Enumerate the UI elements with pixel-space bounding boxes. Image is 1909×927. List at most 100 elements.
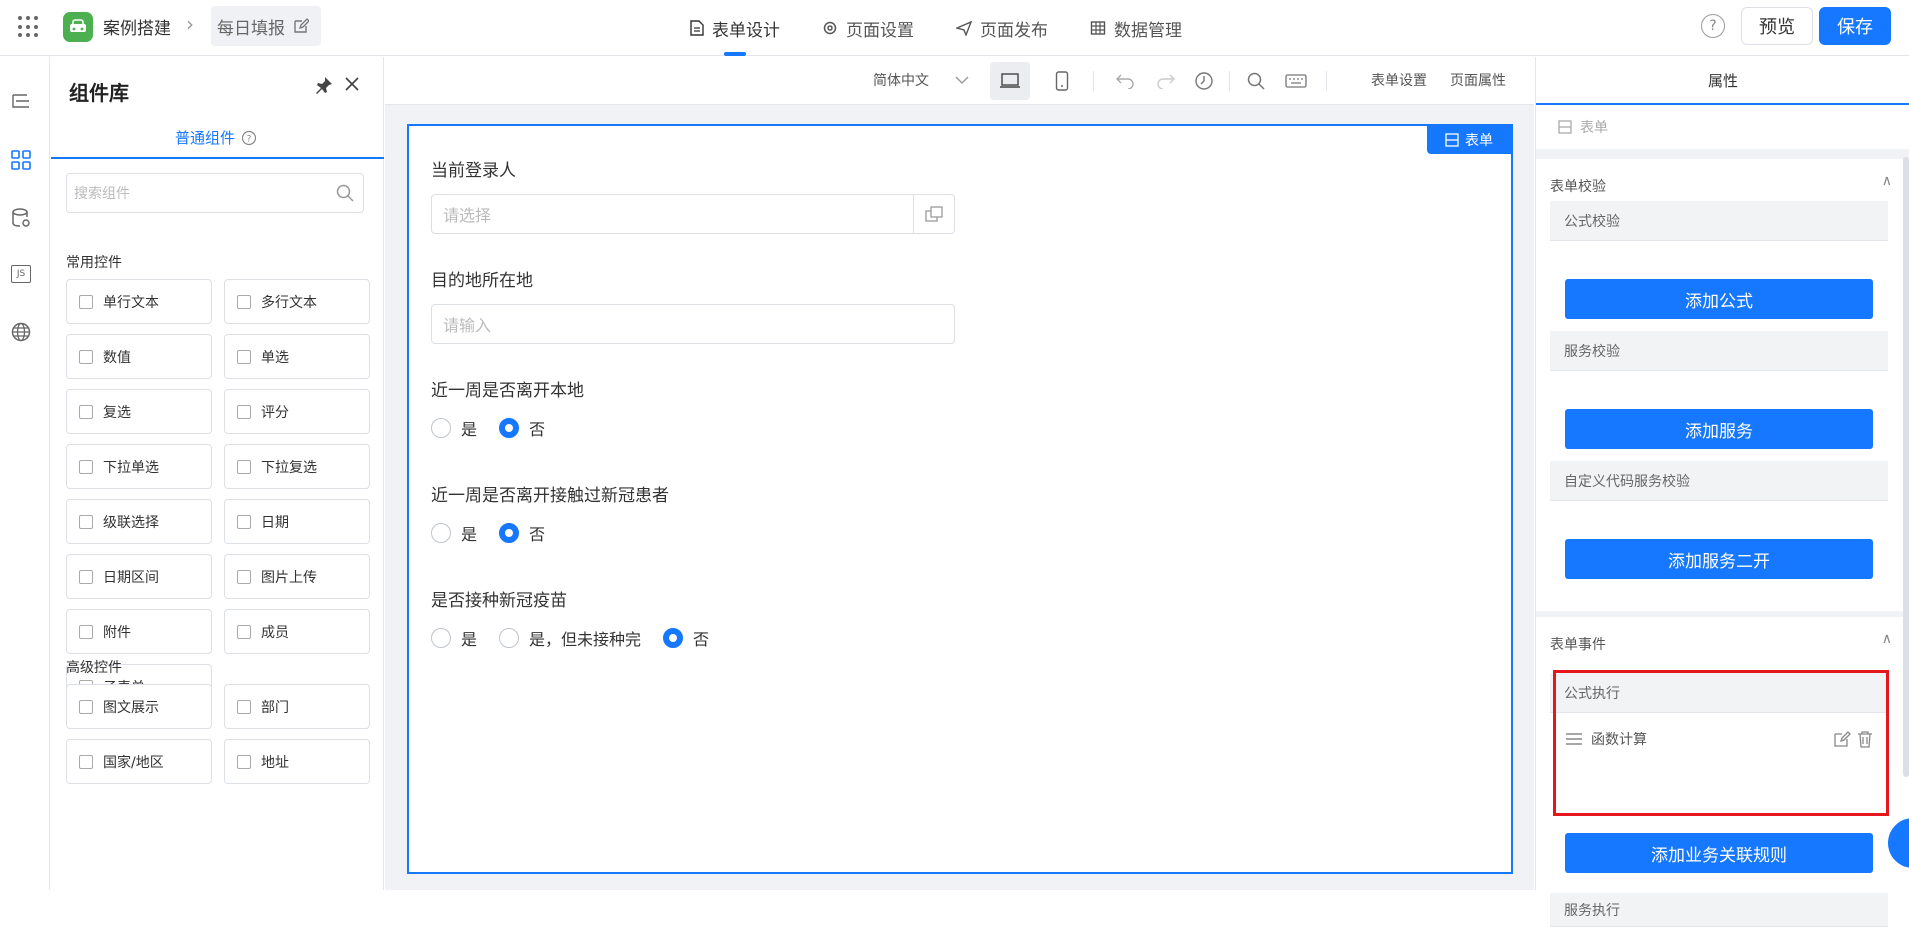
component-type-icon (79, 624, 93, 639)
tab-form-design[interactable]: 表单设计 (690, 0, 780, 56)
component-item-label: 下拉复选 (261, 459, 317, 476)
radio-option[interactable]: 否 (499, 521, 545, 545)
left-rail: JS (0, 57, 50, 890)
component-library: 组件库 普通组件 ? 搜索组件 常用控件 单行文本 多行文本 数值 单选 复选 评分 下拉单… (51, 57, 384, 890)
component-item[interactable]: 日期 (224, 499, 370, 544)
search-icon[interactable] (1244, 69, 1268, 93)
tab-common-components[interactable]: 普通组件 ? (175, 127, 257, 148)
collapse-icon[interactable]: ∧ (1882, 631, 1892, 647)
search-placeholder: 搜索组件 (74, 186, 130, 202)
component-type-icon (79, 459, 93, 474)
component-item[interactable]: 评分 (224, 389, 370, 434)
add-service-dev-button[interactable]: 添加服务二开 (1565, 539, 1873, 579)
keyboard-icon[interactable] (1284, 69, 1308, 93)
globe-icon[interactable] (8, 319, 34, 345)
properties-tab[interactable]: 属性 (1536, 57, 1909, 105)
language-select[interactable]: 简体中文 (873, 70, 929, 90)
component-type-icon (237, 699, 251, 714)
current-user-select[interactable]: 请选择 (431, 194, 955, 234)
component-item[interactable]: 部门 (224, 684, 370, 729)
form-settings-button[interactable]: 表单设置 (1371, 70, 1427, 90)
redo-icon[interactable] (1154, 69, 1178, 93)
radio-option[interactable]: 是 (431, 416, 477, 440)
component-item[interactable]: 附件 (66, 609, 212, 654)
radio-label: 是 (461, 630, 478, 649)
component-item[interactable]: 地址 (224, 739, 370, 784)
component-item[interactable]: 图片上传 (224, 554, 370, 599)
component-item[interactable]: 成员 (224, 609, 370, 654)
save-button[interactable]: 保存 (1819, 7, 1891, 45)
components-icon[interactable] (8, 147, 34, 173)
component-item-label: 图文展示 (103, 699, 159, 716)
field-label-contact: 近一周是否离开接触过新冠患者 (431, 486, 669, 506)
page-name-chip[interactable]: 每日填报 (211, 6, 321, 46)
component-item[interactable]: 国家/地区 (66, 739, 212, 784)
divider (1093, 71, 1094, 91)
radio-option[interactable]: 是，但未接种完 (499, 626, 641, 650)
component-type-icon (79, 349, 93, 364)
question-icon[interactable]: ? (241, 130, 257, 146)
help-icon[interactable]: ? (1701, 14, 1725, 38)
component-item-label: 数值 (103, 349, 131, 366)
destination-input[interactable]: 请输入 (431, 304, 955, 344)
close-icon[interactable] (343, 75, 361, 93)
component-type-icon (79, 569, 93, 584)
component-item[interactable]: 数值 (66, 334, 212, 379)
add-service-button[interactable]: 添加服务 (1565, 409, 1873, 449)
mobile-view-icon[interactable] (1050, 69, 1074, 93)
component-item[interactable]: 复选 (66, 389, 212, 434)
radio-option[interactable]: 否 (499, 416, 545, 440)
add-formula-button[interactable]: 添加公式 (1565, 279, 1873, 319)
select-member-icon[interactable] (913, 195, 954, 233)
form-validation-title: 表单校验 (1550, 179, 1606, 195)
app-title[interactable]: 案例搭建 (103, 14, 171, 39)
component-item-label: 成员 (261, 624, 289, 641)
radio-option[interactable]: 是 (431, 626, 477, 650)
gear-icon (823, 21, 837, 35)
undo-icon[interactable] (1113, 69, 1137, 93)
add-business-rule-button[interactable]: 添加业务关联规则 (1565, 833, 1873, 873)
advanced-controls-grid: 图文展示 部门 国家/地区 地址 (66, 684, 370, 784)
search-icon[interactable] (335, 183, 355, 203)
history-icon[interactable] (1192, 69, 1216, 93)
component-item[interactable]: 下拉复选 (224, 444, 370, 489)
form-tag[interactable]: 表单 (1427, 126, 1511, 154)
component-item[interactable]: 日期区间 (66, 554, 212, 599)
tab-page-publish[interactable]: 页面发布 (956, 0, 1048, 56)
tab-common-components-label: 普通组件 (175, 129, 236, 147)
chevron-down-icon[interactable] (955, 75, 969, 85)
tab-data-management[interactable]: 数据管理 (1090, 0, 1182, 56)
page-name: 每日填报 (217, 18, 285, 39)
component-item[interactable]: 下拉单选 (66, 444, 212, 489)
js-icon[interactable]: JS (8, 261, 34, 287)
desktop-view-icon[interactable] (990, 62, 1030, 100)
scrollbar[interactable] (1903, 157, 1909, 777)
form-icon (1445, 133, 1459, 147)
edit-icon[interactable] (293, 18, 309, 34)
component-item[interactable]: 单选 (224, 334, 370, 379)
tab-label: 页面发布 (980, 20, 1048, 41)
divider (1229, 71, 1230, 91)
collapse-icon[interactable]: ∧ (1882, 173, 1892, 189)
component-item-label: 多行文本 (261, 294, 317, 311)
component-item[interactable]: 单行文本 (66, 279, 212, 324)
page-properties-button[interactable]: 页面属性 (1450, 70, 1506, 90)
form-canvas[interactable]: 表单 当前登录人 请选择 目的地所在地 请输入 近一周是否离开本地 是 否 近一… (407, 124, 1513, 874)
radio-option[interactable]: 否 (663, 626, 709, 650)
preview-button[interactable]: 预览 (1741, 7, 1813, 45)
component-item[interactable]: 级联选择 (66, 499, 212, 544)
pin-icon[interactable] (314, 75, 334, 95)
component-item[interactable]: 多行文本 (224, 279, 370, 324)
radio-option[interactable]: 是 (431, 521, 477, 545)
component-type-icon (79, 699, 93, 714)
divider (1326, 71, 1327, 91)
tab-page-settings[interactable]: 页面设置 (822, 0, 914, 56)
component-search-input[interactable]: 搜索组件 (66, 173, 364, 213)
outline-icon[interactable] (8, 89, 34, 115)
datasource-icon[interactable] (8, 205, 34, 231)
component-item-label: 地址 (261, 754, 289, 771)
component-type-icon (237, 349, 251, 364)
component-item[interactable]: 图文展示 (66, 684, 212, 729)
component-item-label: 单行文本 (103, 294, 159, 311)
app-grid-icon[interactable] (18, 16, 40, 38)
